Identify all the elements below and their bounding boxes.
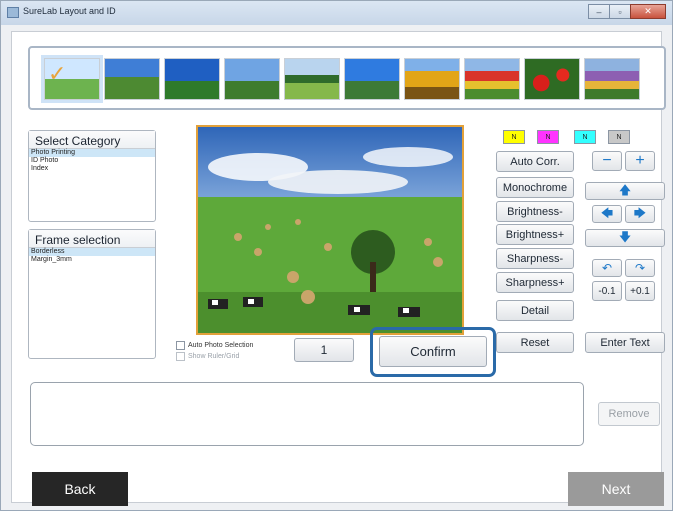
thumbnail-strip: ✓ (28, 46, 666, 110)
back-button[interactable]: Back (32, 472, 128, 506)
checkbox-box (176, 352, 185, 361)
main-panel: ✓ Select Category Photo Printing ID Phot… (11, 31, 666, 506)
move-right-button[interactable]: 🡆 (625, 205, 655, 223)
frame-item-margin[interactable]: Margin_3mm (29, 256, 155, 264)
yellow-chip[interactable]: N (503, 130, 525, 144)
thumbnail-6[interactable] (344, 58, 400, 100)
photo-preview[interactable] (196, 125, 464, 335)
next-button[interactable]: Next (568, 472, 664, 506)
thumbnail-10[interactable] (584, 58, 640, 100)
move-down-button[interactable]: 🡇 (585, 229, 665, 247)
monochrome-button[interactable]: Monochrome (496, 177, 574, 198)
remove-button[interactable]: Remove (598, 402, 660, 426)
brightness-minus-button[interactable]: Brightness- (496, 201, 574, 222)
window-title: SureLab Layout and ID (23, 6, 116, 16)
frame-header: Frame selection (29, 230, 155, 248)
thumbnail-9[interactable] (524, 58, 580, 100)
thumbnail-4[interactable] (224, 58, 280, 100)
message-box (30, 382, 584, 446)
frame-listbox[interactable]: Frame selection Borderless Margin_3mm (28, 229, 156, 359)
auto-photo-selection-checkbox[interactable]: Auto Photo Selection (176, 341, 253, 350)
show-ruler-grid-checkbox[interactable]: Show Ruler/Grid (176, 352, 239, 361)
category-item-id-photo[interactable]: ID Photo (29, 157, 155, 165)
rotate-plus-button[interactable]: +0.1 (625, 281, 655, 301)
close-button[interactable]: ✕ (630, 4, 666, 19)
category-header: Select Category (29, 131, 155, 149)
zoom-in-button[interactable]: + (625, 151, 655, 171)
show-ruler-grid-label: Show Ruler/Grid (188, 353, 240, 360)
frame-item-borderless[interactable]: Borderless (29, 248, 155, 256)
auto-photo-selection-label: Auto Photo Selection (188, 342, 254, 349)
maximize-button[interactable]: ▫ (609, 4, 631, 19)
thumbnail-7[interactable] (404, 58, 460, 100)
preview-image (198, 127, 462, 333)
category-listbox[interactable]: Select Category Photo Printing ID Photo … (28, 130, 156, 222)
rotate-ccw-button[interactable]: ↶ (592, 259, 622, 277)
category-item-photo-printing[interactable]: Photo Printing (29, 149, 155, 157)
detail-button[interactable]: Detail (496, 300, 574, 321)
checkmark-icon: ✓ (48, 61, 67, 86)
copies-field[interactable]: 1 (294, 338, 354, 362)
zoom-out-button[interactable]: − (592, 151, 622, 171)
cyan-chip[interactable]: N (574, 130, 596, 144)
reset-button[interactable]: Reset (496, 332, 574, 353)
thumbnail-2[interactable] (104, 58, 160, 100)
thumbnail-3[interactable] (164, 58, 220, 100)
confirm-button[interactable]: Confirm (379, 336, 487, 367)
move-left-button[interactable]: 🡄 (592, 205, 622, 223)
thumbnail-5[interactable] (284, 58, 340, 100)
thumbnail-8[interactable] (464, 58, 520, 100)
app-icon (7, 7, 19, 18)
minimize-button[interactable]: – (588, 4, 610, 19)
category-item-index[interactable]: Index (29, 165, 155, 173)
sharpness-minus-button[interactable]: Sharpness- (496, 248, 574, 269)
rotate-minus-button[interactable]: -0.1 (592, 281, 622, 301)
thumbnail-1[interactable]: ✓ (41, 55, 103, 103)
auto-corr-button[interactable]: Auto Corr. (496, 151, 574, 172)
app-window: SureLab Layout and ID – ▫ ✕ ✓ Select Cat… (0, 0, 673, 511)
title-bar: SureLab Layout and ID – ▫ ✕ (1, 1, 672, 25)
magenta-chip[interactable]: N (537, 130, 559, 144)
sharpness-plus-button[interactable]: Sharpness+ (496, 272, 574, 293)
neutral-chip[interactable]: N (608, 130, 630, 144)
enter-text-button[interactable]: Enter Text (585, 332, 665, 353)
checkbox-box (176, 341, 185, 350)
move-up-button[interactable]: 🡅 (585, 182, 665, 200)
brightness-plus-button[interactable]: Brightness+ (496, 224, 574, 245)
rotate-cw-button[interactable]: ↷ (625, 259, 655, 277)
